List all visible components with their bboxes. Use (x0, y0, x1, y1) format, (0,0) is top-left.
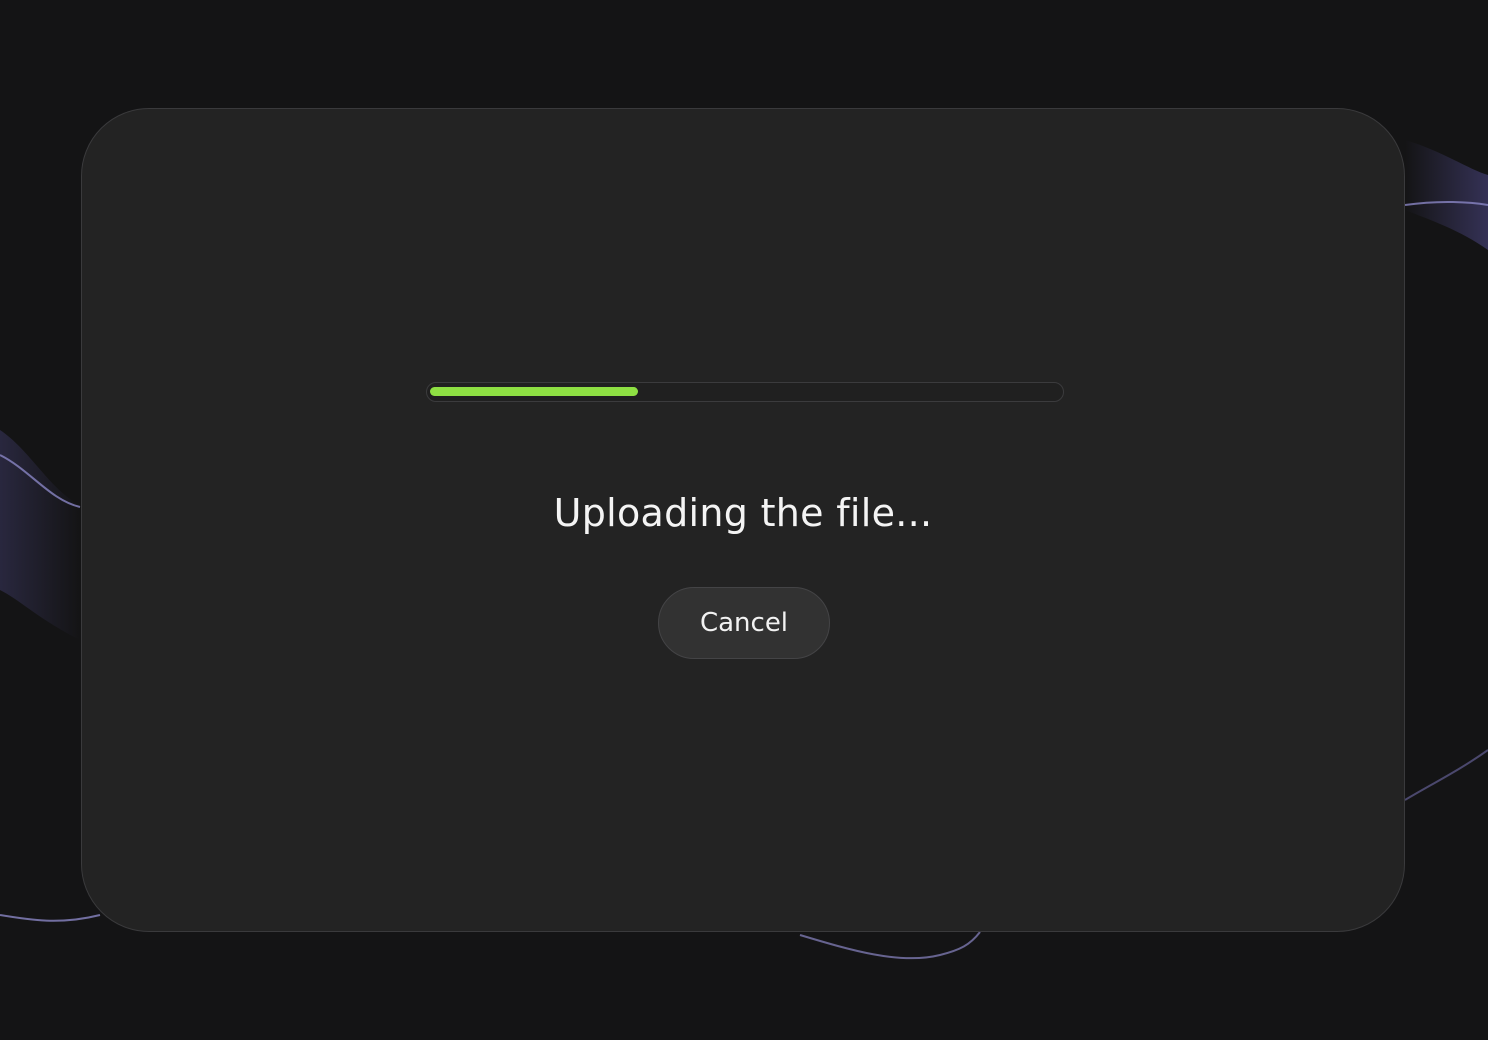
upload-dialog: Uploading the file... Cancel (81, 108, 1405, 932)
upload-progress-bar (426, 382, 1064, 402)
cancel-button[interactable]: Cancel (658, 587, 830, 659)
upload-screen: Uploading the file... Cancel (0, 0, 1488, 1040)
upload-status-text: Uploading the file... (553, 491, 933, 535)
upload-progress-fill (430, 387, 638, 396)
